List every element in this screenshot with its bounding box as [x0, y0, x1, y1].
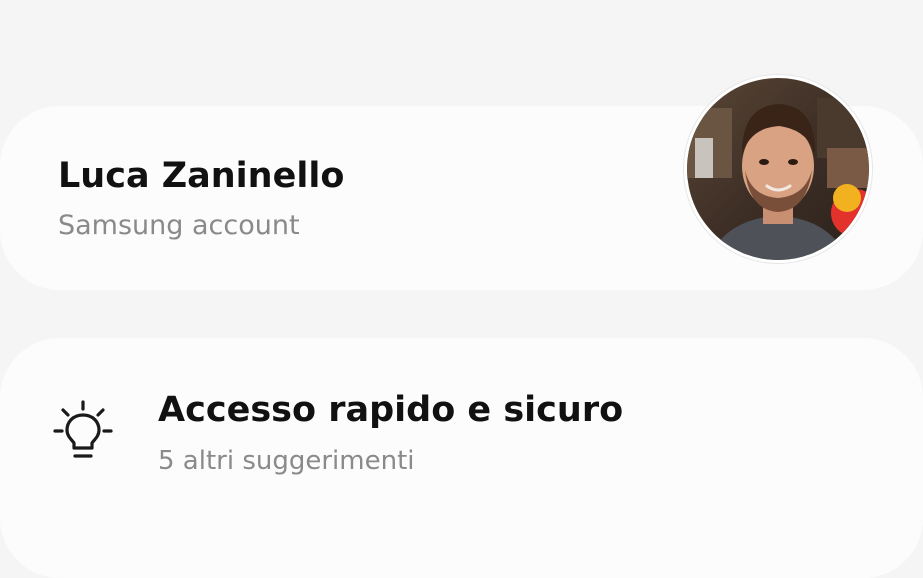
suggestion-title: Accesso rapido e sicuro	[158, 390, 624, 430]
profile-photo	[687, 78, 869, 260]
avatar[interactable]	[684, 75, 872, 263]
suggestion-subtitle: 5 altri suggerimenti	[158, 446, 415, 476]
search-button[interactable]	[820, 0, 880, 18]
suggestions-card[interactable]	[0, 338, 923, 578]
account-name: Luca Zaninello	[58, 156, 345, 196]
lightbulb-icon	[50, 400, 116, 466]
account-subtitle: Samsung account	[58, 210, 300, 241]
search-icon	[820, 0, 880, 18]
